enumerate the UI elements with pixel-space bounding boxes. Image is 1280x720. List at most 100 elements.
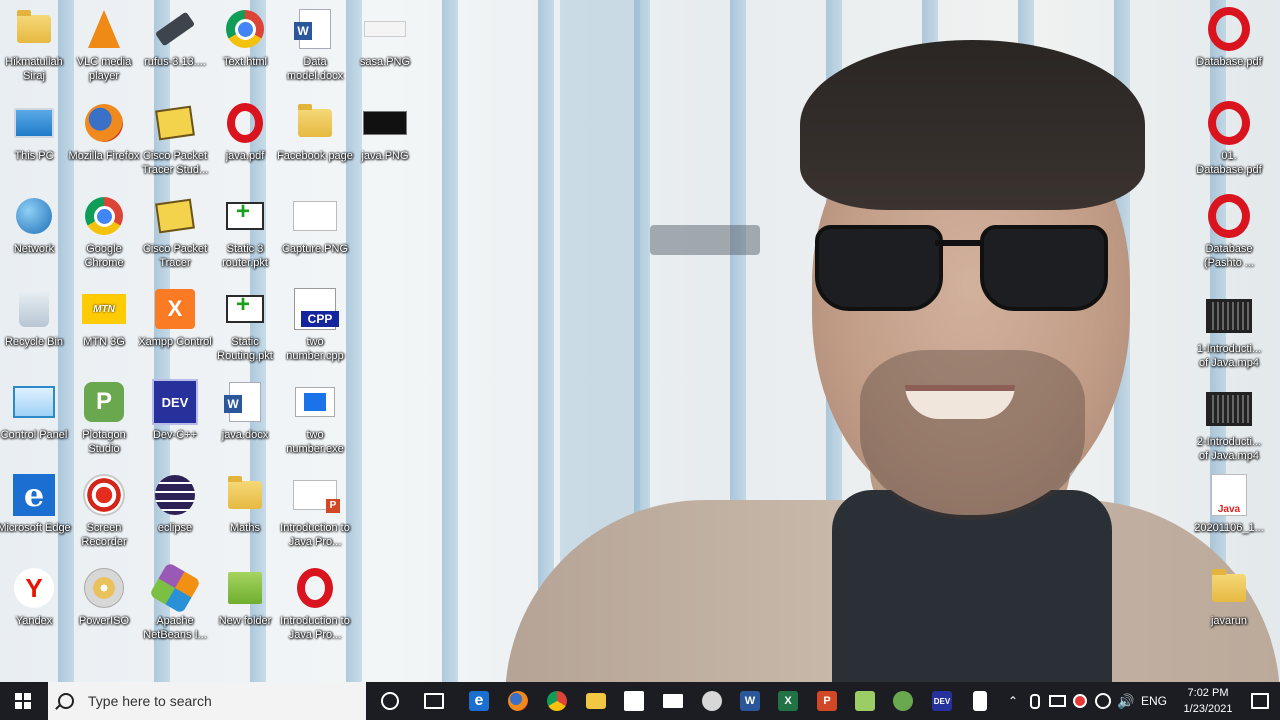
desktop-icon-label: Capture.PNG <box>281 243 349 255</box>
wallpaper-person-hair <box>800 40 1145 210</box>
desktop-icon-maths[interactable]: Maths <box>207 472 283 535</box>
taskbar-powerpoint[interactable]: P <box>811 686 843 716</box>
desktop-icon-recycle-bin[interactable]: Recycle Bin <box>0 286 72 349</box>
desktop-icon-facebook-page[interactable]: Facebook page <box>277 100 353 163</box>
desktop-icon-poweriso[interactable]: PowerISO <box>66 565 142 628</box>
cortana-button[interactable] <box>374 686 406 716</box>
desktop-icon-user-folder[interactable]: Hikmatullah Siraj <box>0 6 72 83</box>
taskbar-firefox[interactable] <box>502 686 534 716</box>
excel-icon: X <box>778 691 798 711</box>
desktop-icon-rufus[interactable]: rufus-3.13.... <box>137 6 213 69</box>
taskbar-excel[interactable]: X <box>772 686 804 716</box>
desktop-icon-intro-java-pptx[interactable]: Introduction to Java Pro... <box>277 472 353 549</box>
action-center-button[interactable] <box>1240 682 1280 720</box>
desktop-icon-capture-png[interactable]: Capture.PNG <box>277 193 353 256</box>
desktop-icon-java-docx[interactable]: java.docx <box>207 379 283 442</box>
opera-pdf-icon <box>1206 6 1252 52</box>
desktop-icon-01-database-pdf[interactable]: 01. Database.pdf <box>1191 100 1267 177</box>
devcpp-icon: DEV <box>152 379 198 425</box>
volume-icon[interactable]: 🔊 <box>1115 682 1137 720</box>
yandex-icon: Y <box>11 565 57 611</box>
taskbar-store[interactable] <box>618 686 650 716</box>
desktop-icon-yandex[interactable]: Y Yandex <box>0 565 72 628</box>
computer-icon <box>11 100 57 146</box>
devcpp-icon: DEV <box>932 691 952 711</box>
desktop-icon-vlc[interactable]: VLC media player <box>66 6 142 83</box>
desktop-icon-label: VLC media player <box>76 56 132 82</box>
taskbar-devcpp[interactable]: DEV <box>926 686 958 716</box>
recycle-bin-icon <box>11 286 57 332</box>
netbeans-icon <box>149 562 201 614</box>
desktop-icon-xampp[interactable]: X Xampp Control <box>137 286 213 349</box>
desktop-icon-label: 1-Introducti... of Java.mp4 <box>1196 343 1262 369</box>
taskbar-search-box[interactable] <box>48 682 366 720</box>
desktop-icon-control-panel[interactable]: Control Panel <box>0 379 72 442</box>
desktop-icon-javarun[interactable]: javarun <box>1191 565 1267 628</box>
desktop-icon-netbeans[interactable]: Apache NetBeans I... <box>137 562 213 642</box>
desktop-icon-java-pdf[interactable]: java.pdf <box>207 100 283 163</box>
taskbar-file-explorer[interactable] <box>580 686 612 716</box>
java-file-icon: Java <box>1206 472 1252 518</box>
desktop-icon-label: Xampp Control <box>138 336 212 348</box>
start-button[interactable] <box>0 682 46 720</box>
network-globe-icon[interactable] <box>1093 682 1113 720</box>
taskbar-notepad[interactable] <box>849 686 881 716</box>
desktop-icon-label: New folder <box>218 615 272 627</box>
desktop-icon-label: This PC <box>14 150 54 162</box>
desktop-icon-database-pashto[interactable]: Database (Pashto ... <box>1191 193 1267 270</box>
wallpaper-window-frame <box>650 225 760 255</box>
desktop-icon-text-html[interactable]: Text.html <box>207 6 283 69</box>
search-input[interactable] <box>86 692 350 710</box>
desktop-icon-label: Yandex <box>15 615 53 627</box>
desktop-icon-intro-java-mp4-2[interactable]: 2-Introducti... of Java.mp4 <box>1191 386 1267 463</box>
pkt-file-icon <box>222 286 268 332</box>
desktop-icon-intro-java-mp4-1[interactable]: 1-Introducti... of Java.mp4 <box>1191 293 1267 370</box>
desktop-icon-label: Data model.docx <box>286 56 344 82</box>
desktop-icon-mtn[interactable]: MTN MTN 3G <box>66 286 142 349</box>
desktop-icon-static-routing[interactable]: Static Routing.pkt <box>207 286 283 363</box>
desktop-icon-packet-tracer[interactable]: Cisco Packet Tracer <box>137 193 213 270</box>
desktop-icon-firefox[interactable]: Mozilla Firefox <box>66 100 142 163</box>
taskbar-mail[interactable] <box>657 686 689 716</box>
battery-icon[interactable] <box>1047 682 1067 720</box>
desktop-icon-label: Facebook page <box>277 150 353 162</box>
image-thumbnail-icon <box>362 100 408 146</box>
desktop-icon-java-20201106[interactable]: Java 20201106_1... <box>1191 472 1267 535</box>
desktop-icon-intro-java-pdf[interactable]: Introduction to Java Pro... <box>277 565 353 642</box>
taskbar-edge[interactable]: e <box>463 686 495 716</box>
task-view-button[interactable] <box>418 686 450 716</box>
desktop-icon-database-pdf[interactable]: Database.pdf <box>1191 6 1267 69</box>
opera-pdf-icon <box>1206 193 1252 239</box>
desktop-icon-two-number-exe[interactable]: two number.exe <box>277 379 353 456</box>
show-hidden-icons-button[interactable]: ⌃ <box>1004 682 1022 720</box>
taskbar-clock[interactable]: 7:02 PM 1/23/2021 <box>1176 685 1240 717</box>
desktop-icon-this-pc[interactable]: This PC <box>0 100 72 163</box>
desktop-icon-new-folder[interactable]: New folder <box>207 565 283 628</box>
taskbar-chrome[interactable] <box>541 686 573 716</box>
desktop-icon-eclipse[interactable]: eclipse <box>137 472 213 535</box>
taskbar-word[interactable]: W <box>734 686 766 716</box>
desktop-icon-sasa-png[interactable]: sasa.PNG <box>347 6 423 69</box>
file-explorer-icon <box>586 693 606 709</box>
desktop-icon-java-png[interactable]: java.PNG <box>347 100 423 163</box>
store-icon <box>624 691 644 711</box>
language-label: ENG <box>1140 694 1167 708</box>
chrome-icon <box>547 691 567 711</box>
desktop-icon-google-chrome[interactable]: Google Chrome <box>66 193 142 270</box>
desktop-icon-plotagon[interactable]: P Plotagon Studio <box>66 379 142 456</box>
microphone-icon[interactable] <box>1026 682 1044 720</box>
desktop-icon-microsoft-edge[interactable]: e Microsoft Edge <box>0 472 72 535</box>
packet-tracer-icon <box>702 691 722 711</box>
language-indicator[interactable]: ENG <box>1139 682 1169 720</box>
desktop-icon-data-model[interactable]: Data model.docx <box>277 6 353 83</box>
taskbar-packet-tracer[interactable] <box>696 686 728 716</box>
desktop-icon-two-number-cpp[interactable]: two number.cpp <box>277 286 353 363</box>
taskbar-packet-tracer-2[interactable] <box>887 686 919 716</box>
taskbar-file[interactable] <box>964 686 996 716</box>
desktop-icon-static-3-router[interactable]: Static 3 router.pkt <box>207 193 283 270</box>
desktop-icon-network[interactable]: Network <box>0 193 72 256</box>
desktop-icon-screen-recorder[interactable]: Screen Recorder <box>66 472 142 549</box>
record-icon[interactable] <box>1071 682 1089 720</box>
desktop-icon-packet-tracer-student[interactable]: Cisco Packet Tracer Stud... <box>137 100 213 177</box>
desktop-icon-devcpp[interactable]: DEV Dev-C++ <box>137 379 213 442</box>
